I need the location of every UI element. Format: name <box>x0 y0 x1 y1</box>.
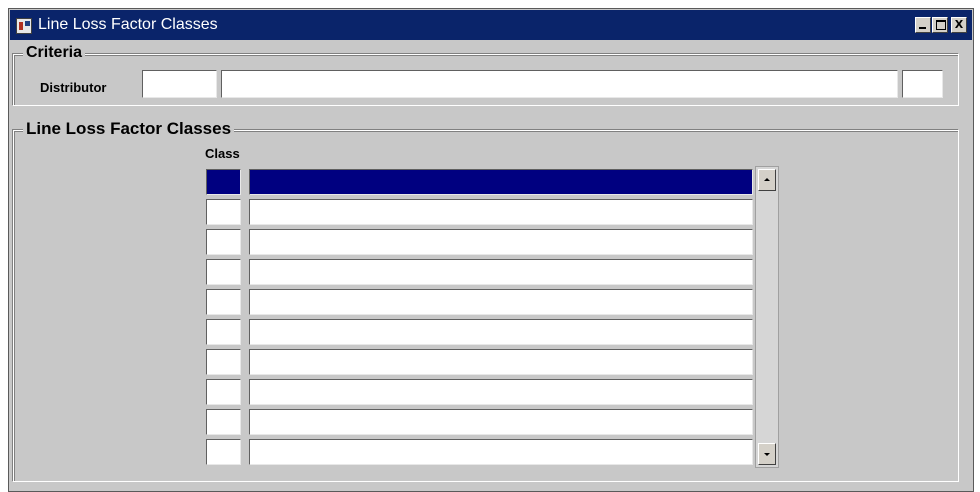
maximize-button[interactable] <box>932 17 948 33</box>
class-row-flag[interactable] <box>206 349 241 375</box>
window-title: Line Loss Factor Classes <box>38 16 218 33</box>
class-row-value[interactable] <box>249 259 753 285</box>
class-row-flag[interactable] <box>206 319 241 345</box>
class-row-flag[interactable] <box>206 259 241 285</box>
class-row-value[interactable] <box>249 289 753 315</box>
scroll-down-icon[interactable] <box>758 443 776 465</box>
class-row-value[interactable] <box>249 169 753 195</box>
class-row-flag[interactable] <box>206 379 241 405</box>
class-row-flag[interactable] <box>206 199 241 225</box>
llfc-title: Line Loss Factor Classes <box>23 119 235 139</box>
class-row-value[interactable] <box>249 349 753 375</box>
criteria-title: Criteria <box>23 44 86 62</box>
title-bar[interactable]: Line Loss Factor Classes X <box>10 10 972 40</box>
class-row-value[interactable] <box>249 379 753 405</box>
minimize-button[interactable] <box>915 17 931 33</box>
class-row-value[interactable] <box>249 229 753 255</box>
class-row-flag[interactable] <box>206 229 241 255</box>
class-row-flag[interactable] <box>206 169 241 195</box>
class-row-value[interactable] <box>249 409 753 435</box>
class-row-flag[interactable] <box>206 409 241 435</box>
scroll-up-icon[interactable] <box>758 169 776 191</box>
distributor-label: Distributor <box>40 80 107 95</box>
distributor-extra-field[interactable] <box>902 70 943 98</box>
distributor-name-field[interactable] <box>221 70 898 98</box>
class-row-flag[interactable] <box>206 439 241 465</box>
app-icon[interactable] <box>16 18 32 34</box>
class-row-value[interactable] <box>249 439 753 465</box>
class-row-value[interactable] <box>249 319 753 345</box>
vertical-scrollbar[interactable] <box>755 166 779 468</box>
class-row-value[interactable] <box>249 199 753 225</box>
class-row-flag[interactable] <box>206 289 241 315</box>
distributor-code-field[interactable] <box>142 70 217 98</box>
close-button[interactable]: X <box>951 17 967 33</box>
class-column-header: Class <box>205 146 240 161</box>
